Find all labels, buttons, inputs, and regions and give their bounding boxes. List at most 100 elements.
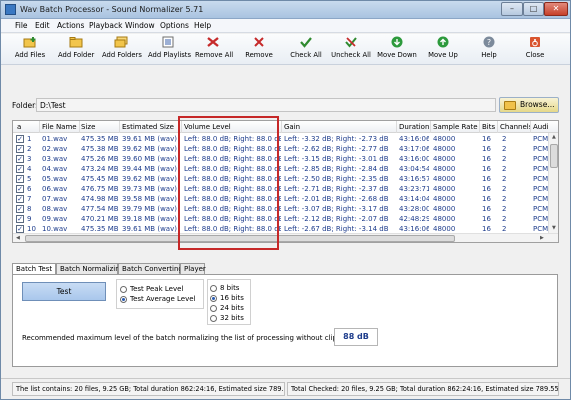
table-row[interactable]: ✓ 9 09.wav 470.21 MB 39.18 MB (wav) Left: 88.… — [13, 214, 548, 224]
row-checkbox[interactable]: ✓ — [16, 175, 24, 183]
col-header-channels[interactable]: Channels — [500, 123, 530, 131]
row-checkbox[interactable]: ✓ — [16, 205, 24, 213]
col-header-bits[interactable]: Bits — [482, 123, 498, 131]
bits-16-radio[interactable] — [210, 295, 217, 302]
uncheck-all-button[interactable]: Uncheck All — [331, 36, 371, 64]
bits-8-radio[interactable] — [210, 285, 217, 292]
remove-label: Remove — [245, 51, 273, 59]
table-row[interactable]: ✓ 7 07.wav 474.98 MB 39.58 MB (wav) Left: 88.… — [13, 194, 548, 204]
cell-n: 5 — [27, 175, 32, 183]
cell-ch: 2 — [502, 185, 507, 193]
cell-vol: Left: 88.0 dB; Right: 88.0 dB — [184, 135, 281, 143]
table-row[interactable]: ✓ 1 01.wav 475.35 MB 39.61 MB (wav) Left: 88.… — [13, 134, 548, 144]
col-header-file-name[interactable]: File Name — [42, 123, 78, 131]
folder-path-input[interactable]: D:\Test — [36, 98, 496, 112]
col-header-sample-rate[interactable]: Sample Rate — [433, 123, 479, 131]
browse-button[interactable]: Browse... — [499, 97, 559, 113]
col-header-audio-format[interactable]: Audi — [533, 123, 549, 131]
bits-32-radio[interactable] — [210, 315, 217, 322]
cell-vol: Left: 88.0 dB; Right: 88.0 dB — [184, 205, 281, 213]
vertical-scroll-thumb[interactable] — [550, 144, 558, 168]
menu-help[interactable]: Help — [194, 21, 211, 30]
col-header-gain[interactable]: Gain — [284, 123, 394, 131]
cell-file: 01.wav — [42, 135, 68, 143]
check-all-icon — [300, 37, 312, 48]
cell-bits: 16 — [482, 215, 491, 223]
add-playlists-button[interactable]: Add Playlists — [148, 36, 191, 64]
col-header-volume-level[interactable]: Volume Level — [184, 123, 282, 131]
cell-gain: Left: -2.12 dB; Right: -2.07 dB — [284, 215, 389, 223]
cell-dur: 43:14:04 — [399, 195, 429, 203]
test-average-level-radio[interactable] — [120, 296, 127, 303]
check-all-button[interactable]: Check All — [289, 36, 323, 64]
cell-bits: 16 — [482, 155, 491, 163]
cell-est: 39.79 MB (wav) — [122, 205, 177, 213]
cell-ch: 2 — [502, 165, 507, 173]
col-header-check[interactable]: a — [17, 123, 29, 131]
table-row[interactable]: ✓ 3 03.wav 475.26 MB 39.60 MB (wav) Left: 88.… — [13, 154, 548, 164]
cell-est: 39.62 MB (wav) — [122, 145, 177, 153]
cell-dur: 43:23:71 — [399, 185, 429, 193]
title-bar: Wav Batch Processor - Sound Normalizer 5… — [1, 1, 570, 19]
horizontal-scrollbar[interactable]: ◀ ▶ — [13, 233, 558, 242]
cell-est: 39.73 MB (wav) — [122, 185, 177, 193]
menu-actions[interactable]: Actions — [57, 21, 84, 30]
row-checkbox[interactable]: ✓ — [16, 165, 24, 173]
cell-file: 02.wav — [42, 145, 68, 153]
scroll-left-icon[interactable]: ◀ — [16, 235, 20, 241]
add-files-icon — [23, 37, 36, 48]
help-button[interactable]: ? Help — [478, 36, 500, 64]
cell-vol: Left: 88.0 dB; Right: 88.0 dB — [184, 155, 281, 163]
window-close-button[interactable]: ✕ — [544, 2, 568, 16]
table-row[interactable]: ✓ 2 02.wav 475.38 MB 39.62 MB (wav) Left: 88.… — [13, 144, 548, 154]
cell-fmt: PCM — [533, 165, 548, 173]
horizontal-scroll-thumb[interactable] — [25, 235, 455, 242]
scroll-down-icon[interactable]: ▼ — [552, 225, 556, 231]
table-row[interactable]: ✓ 5 05.wav 475.45 MB 39.62 MB (wav) Left: 88.… — [13, 174, 548, 184]
svg-text:?: ? — [487, 38, 491, 47]
move-up-button[interactable]: Move Up — [427, 36, 459, 64]
row-checkbox[interactable]: ✓ — [16, 195, 24, 203]
col-header-duration[interactable]: Duration — [399, 123, 429, 131]
move-down-button[interactable]: Move Down — [377, 36, 417, 64]
test-peak-level-radio[interactable] — [120, 286, 127, 293]
cell-ch: 2 — [502, 215, 507, 223]
file-grid[interactable]: a File Name Size Estimated Size Volume L… — [12, 120, 559, 243]
add-files-button[interactable]: Add Files — [14, 36, 46, 64]
row-checkbox[interactable]: ✓ — [16, 225, 24, 233]
add-folders-button[interactable]: Add Folders — [102, 36, 142, 64]
row-checkbox[interactable]: ✓ — [16, 135, 24, 143]
row-checkbox[interactable]: ✓ — [16, 185, 24, 193]
menu-file[interactable]: File — [15, 21, 28, 30]
cell-ch: 2 — [502, 155, 507, 163]
close-button[interactable]: Close — [523, 36, 547, 64]
table-row[interactable]: ✓ 4 04.wav 473.24 MB 39.44 MB (wav) Left: 88.… — [13, 164, 548, 174]
row-checkbox[interactable]: ✓ — [16, 215, 24, 223]
menu-edit[interactable]: Edit — [35, 21, 50, 30]
bits-24-radio[interactable] — [210, 305, 217, 312]
menu-playback[interactable]: Playback — [89, 21, 122, 30]
col-header-size[interactable]: Size — [81, 123, 119, 131]
test-button[interactable]: Test — [22, 282, 106, 301]
row-checkbox[interactable]: ✓ — [16, 155, 24, 163]
cell-dur: 43:17:06 — [399, 145, 429, 153]
uncheck-all-icon — [345, 37, 357, 48]
help-icon: ? — [483, 36, 495, 48]
col-header-estimated-size[interactable]: Estimated Size — [122, 123, 182, 131]
cell-fmt: PCM — [533, 135, 548, 143]
cell-fmt: PCM — [533, 205, 548, 213]
minimize-button[interactable]: – — [501, 2, 523, 16]
row-checkbox[interactable]: ✓ — [16, 145, 24, 153]
remove-all-button[interactable]: Remove All — [195, 36, 233, 64]
remove-button[interactable]: Remove — [245, 36, 273, 64]
add-folder-button[interactable]: Add Folder — [58, 36, 94, 64]
cell-bits: 16 — [482, 135, 491, 143]
menu-window[interactable]: Window — [125, 21, 155, 30]
scroll-up-icon[interactable]: ▲ — [552, 134, 556, 140]
maximize-button[interactable]: □ — [523, 2, 544, 16]
table-row[interactable]: ✓ 6 06.wav 476.75 MB 39.73 MB (wav) Left: 88.… — [13, 184, 548, 194]
menu-options[interactable]: Options — [160, 21, 189, 30]
table-row[interactable]: ✓ 8 08.wav 477.54 MB 39.79 MB (wav) Left: 88.… — [13, 204, 548, 214]
scroll-right-icon[interactable]: ▶ — [540, 235, 544, 241]
vertical-scrollbar[interactable]: ▲ ▼ — [548, 133, 558, 233]
